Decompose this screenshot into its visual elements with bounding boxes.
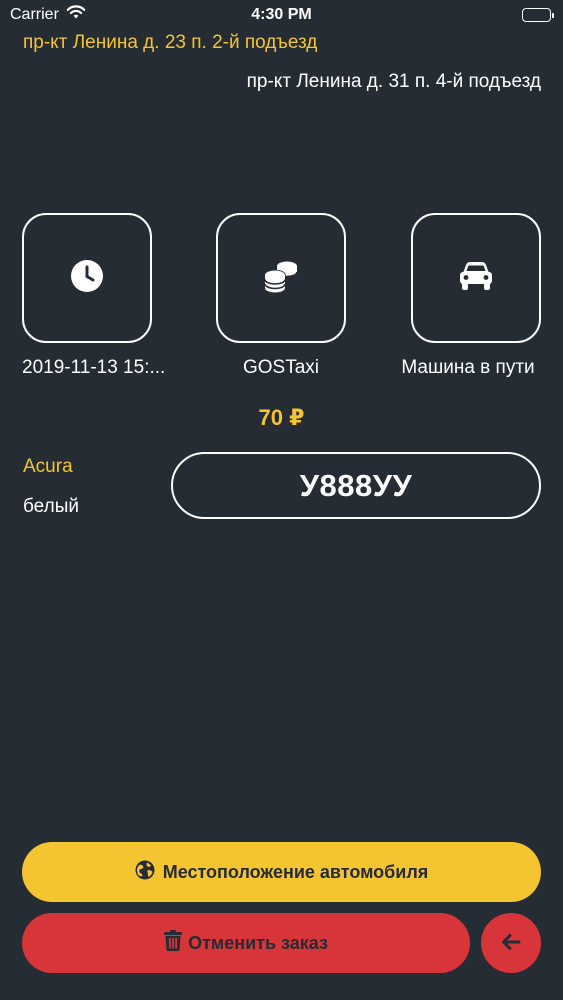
car-location-button[interactable]: Местоположение автомобиля	[22, 842, 541, 902]
license-plate-number: У888УУ	[299, 467, 413, 503]
car-color: белый	[23, 496, 79, 517]
coins-icon	[263, 259, 299, 298]
clock-icon	[70, 259, 104, 298]
license-plate: У888УУ	[171, 452, 541, 519]
pickup-address: пр-кт Ленина д. 23 п. 2-й подъезд	[23, 32, 318, 53]
cancel-order-button[interactable]: Отменить заказ	[22, 913, 470, 973]
cancel-order-label: Отменить заказ	[188, 932, 328, 953]
trash-icon	[164, 930, 183, 956]
ride-status-tile[interactable]	[411, 213, 541, 343]
taxi-service-tile[interactable]	[216, 213, 346, 343]
clock-time: 4:30 PM	[251, 6, 312, 23]
car-location-label: Местоположение автомобиля	[162, 861, 429, 882]
taxi-service-caption: GOSTaxi	[242, 357, 320, 378]
destination-address: пр-кт Ленина д. 31 п. 4-й подъезд	[246, 71, 541, 92]
order-time-caption: 2019-11-13 15:...	[22, 357, 166, 378]
ride-status-caption: Машина в пути	[401, 357, 535, 378]
battery-icon	[522, 8, 554, 22]
car-icon	[458, 261, 494, 296]
ride-price: 70 ₽	[258, 405, 305, 430]
status-bar: Carrier 4:30 PM	[0, 0, 563, 30]
arrow-left-icon	[501, 933, 521, 954]
globe-icon	[135, 860, 155, 885]
car-brand: Acura	[23, 456, 73, 477]
order-time-tile[interactable]	[22, 213, 152, 343]
back-button[interactable]	[481, 913, 541, 973]
